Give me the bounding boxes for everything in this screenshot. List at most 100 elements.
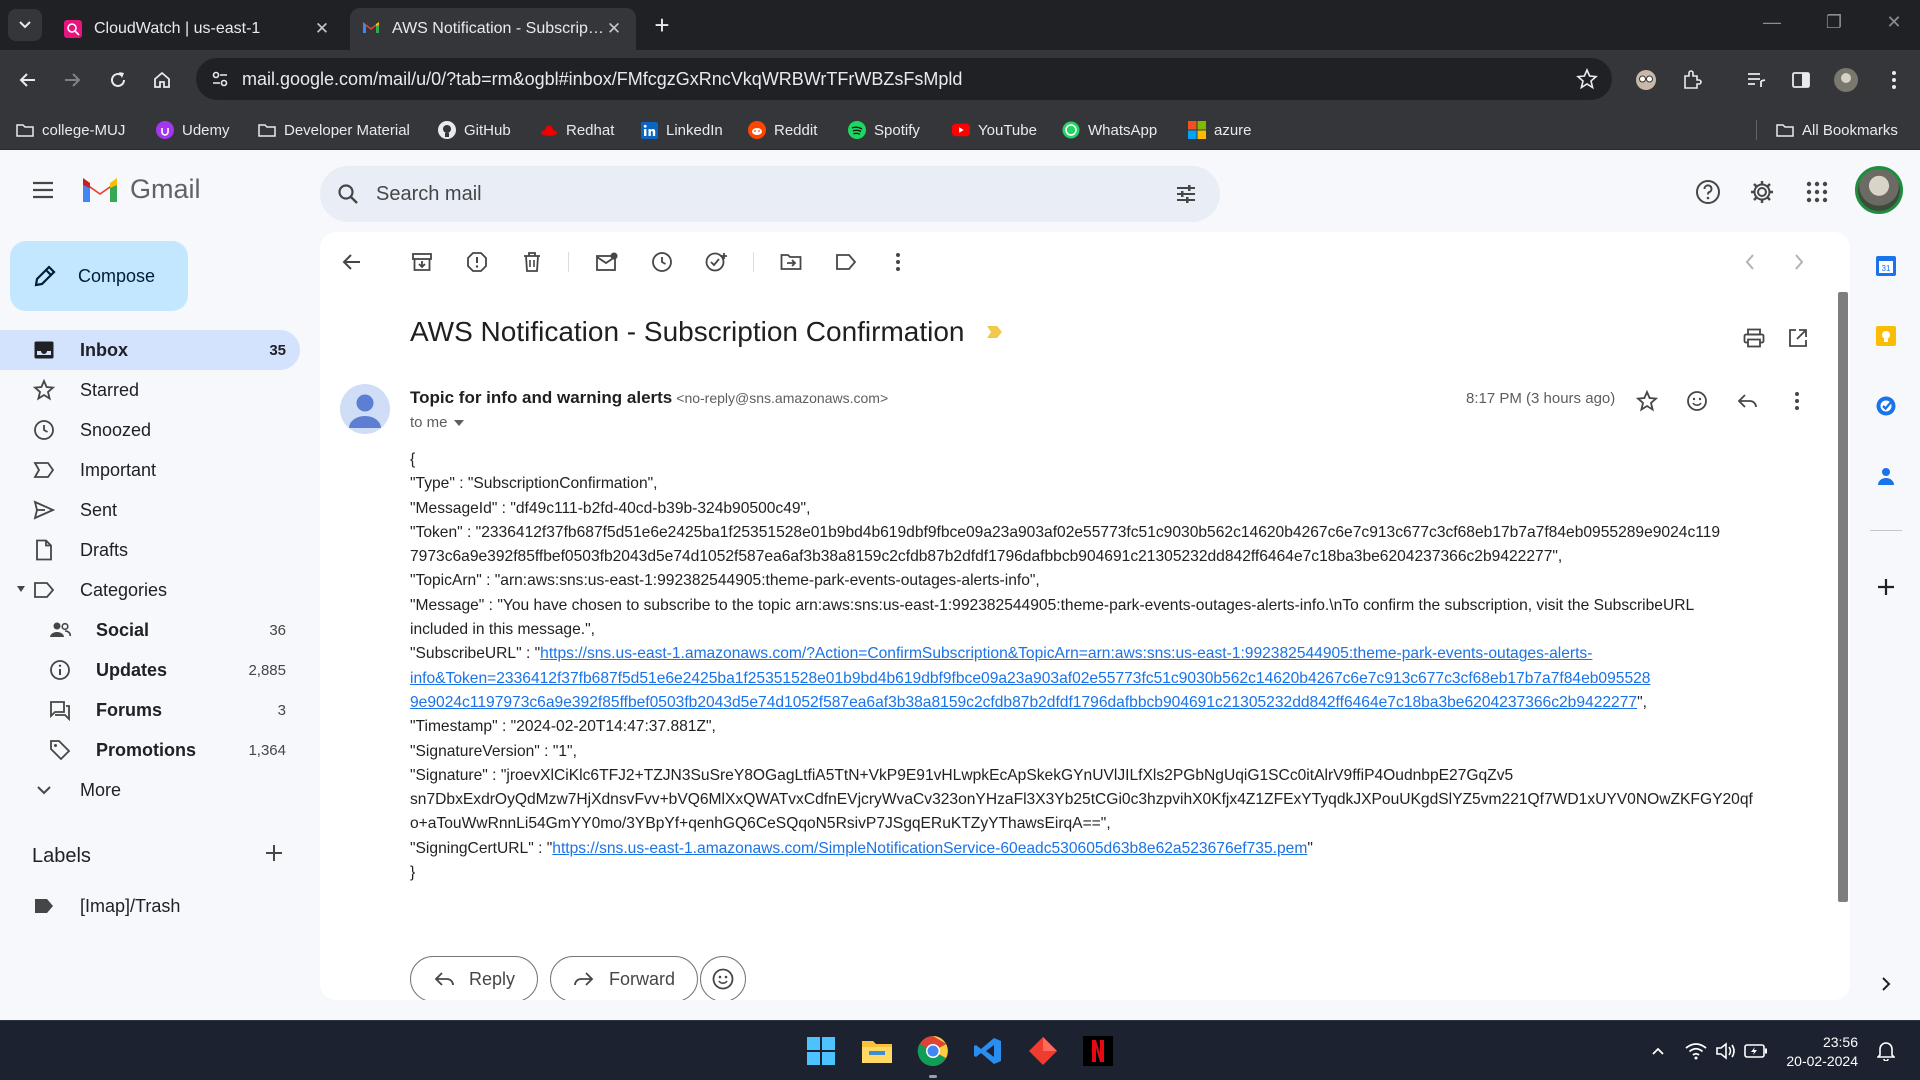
bookmark-linkedin[interactable]: LinkedIn [640, 119, 723, 141]
settings-gear-icon[interactable] [1746, 176, 1778, 208]
print-icon[interactable] [1738, 322, 1770, 354]
add-to-tasks-icon[interactable] [701, 246, 733, 278]
calendar-icon[interactable]: 31 [1874, 254, 1898, 278]
back-icon[interactable] [12, 64, 44, 96]
bookmark-azure[interactable]: azure [1188, 119, 1252, 141]
tab-gmail[interactable]: AWS Notification - Subscription Confirma… [350, 8, 636, 50]
bookmark-reddit[interactable]: Reddit [748, 119, 817, 141]
reply-button[interactable]: Reply [410, 956, 539, 1000]
sidebar-item-categories[interactable]: Categories [0, 570, 300, 610]
delete-trash-icon[interactable] [516, 246, 548, 278]
star-message-icon[interactable] [1632, 386, 1662, 416]
labels-icon[interactable] [830, 246, 862, 278]
close-tab-icon[interactable]: ✕ [312, 19, 332, 39]
contacts-icon[interactable] [1874, 464, 1898, 488]
side-panel-icon[interactable] [1785, 64, 1817, 96]
compose-button[interactable]: Compose [10, 241, 188, 311]
vscode-icon[interactable] [970, 1033, 1006, 1069]
expand-arrow-icon[interactable] [16, 584, 26, 594]
subscribe-url-link[interactable]: https://sns.us-east-1.amazonaws.com/?Act… [540, 645, 1592, 662]
subscribe-url-link[interactable]: info&Token=2336412f37fb687f5d51e6e2425ba… [410, 670, 1650, 687]
message-scrollbar[interactable] [1838, 292, 1848, 902]
profile-avatar[interactable] [1830, 64, 1862, 96]
tab-cloudwatch[interactable]: CloudWatch | us-east-1 ✕ [52, 8, 344, 50]
reply-icon[interactable] [1732, 386, 1762, 416]
message-more-options-icon[interactable] [1782, 386, 1812, 416]
open-in-new-window-icon[interactable] [1782, 322, 1814, 354]
media-controls-icon[interactable] [1740, 64, 1772, 96]
sidebar-item-starred[interactable]: Starred [0, 370, 300, 410]
all-bookmarks[interactable]: All Bookmarks [1776, 119, 1898, 141]
bookmark-udemy[interactable]: Udemy [156, 119, 230, 141]
bookmark-spotify[interactable]: Spotify [848, 119, 920, 141]
move-to-folder-icon[interactable] [775, 246, 807, 278]
sidebar-item-important[interactable]: Important [0, 450, 300, 490]
bookmark-youtube[interactable]: YouTube [952, 119, 1037, 141]
sidebar-item-sent[interactable]: Sent [0, 490, 300, 530]
back-to-inbox-icon[interactable] [336, 246, 368, 278]
sidebar-item-promotions[interactable]: Promotions 1,364 [0, 730, 300, 770]
volume-icon[interactable] [1714, 1039, 1738, 1063]
bookmark-developer-material[interactable]: Developer Material [258, 119, 410, 141]
search-input[interactable] [374, 178, 1134, 210]
subscribe-url-link[interactable]: 9e9024c1197973c6a9e392f85ffbef0503fb2043… [410, 694, 1637, 711]
git-diamond-icon[interactable] [1025, 1033, 1061, 1069]
minimize-icon[interactable]: — [1760, 12, 1784, 36]
chrome-menu-icon[interactable] [1878, 64, 1910, 96]
help-icon[interactable] [1692, 176, 1724, 208]
sidebar-item-forums[interactable]: Forums 3 [0, 690, 300, 730]
address-bar[interactable]: mail.google.com/mail/u/0/?tab=rm&ogbl#in… [196, 58, 1612, 100]
mark-unread-icon[interactable] [591, 246, 623, 278]
create-label-plus-icon[interactable] [264, 843, 284, 863]
bookmark-redhat[interactable]: Redhat [540, 119, 614, 141]
new-tab-button[interactable]: + [650, 12, 674, 38]
forward-icon[interactable] [56, 64, 88, 96]
bookmark-whatsapp[interactable]: WhatsApp [1062, 119, 1157, 141]
sidebar-item-social[interactable]: Social 36 [0, 610, 300, 650]
netflix-icon[interactable] [1080, 1033, 1116, 1069]
bookmark-star-icon[interactable] [1576, 68, 1598, 90]
account-avatar[interactable] [1855, 166, 1903, 214]
report-spam-icon[interactable] [461, 246, 493, 278]
file-explorer-icon[interactable] [859, 1033, 895, 1069]
tab-search-button[interactable] [8, 9, 42, 41]
search-options-icon[interactable] [1174, 182, 1198, 206]
more-options-icon[interactable] [882, 246, 914, 278]
gmail-logo[interactable]: Gmail [80, 174, 201, 205]
system-clock[interactable]: 23:56 20-02-2024 [1778, 1033, 1858, 1071]
archive-icon[interactable] [406, 246, 438, 278]
site-info-icon[interactable] [210, 69, 230, 89]
search-icon[interactable] [336, 182, 360, 206]
add-reaction-icon[interactable] [1682, 386, 1712, 416]
home-icon[interactable] [146, 64, 178, 96]
sidebar-label-imap-trash[interactable]: [Imap]/Trash [0, 886, 300, 926]
search-bar[interactable] [320, 166, 1220, 222]
forward-button[interactable]: Forward [550, 956, 699, 1000]
newer-chevron-left-icon[interactable] [1734, 246, 1766, 278]
main-menu-icon[interactable] [30, 178, 56, 202]
extension-avatar-icon[interactable] [1630, 64, 1662, 96]
close-window-icon[interactable]: ✕ [1882, 12, 1906, 36]
google-apps-icon[interactable] [1801, 176, 1833, 208]
restore-icon[interactable]: ❐ [1822, 12, 1846, 36]
signing-cert-url-link[interactable]: https://sns.us-east-1.amazonaws.com/Simp… [552, 840, 1307, 857]
sidebar-item-inbox[interactable]: Inbox 35 [0, 330, 300, 370]
tasks-icon[interactable] [1874, 394, 1898, 418]
bookmark-college-muj[interactable]: college-MUJ [16, 119, 125, 141]
wifi-icon[interactable] [1684, 1039, 1708, 1063]
notification-bell-icon[interactable] [1874, 1039, 1898, 1063]
windows-start-icon[interactable] [803, 1033, 839, 1069]
important-marker-icon[interactable] [986, 325, 1004, 339]
snooze-clock-icon[interactable] [646, 246, 678, 278]
reload-icon[interactable] [102, 64, 134, 96]
extensions-icon[interactable] [1676, 64, 1708, 96]
sidebar-item-snoozed[interactable]: Snoozed [0, 410, 300, 450]
close-tab-icon[interactable]: ✕ [604, 19, 624, 39]
chrome-taskbar-icon[interactable] [915, 1033, 951, 1069]
battery-charging-icon[interactable] [1744, 1039, 1768, 1063]
sender-avatar[interactable] [340, 384, 390, 434]
recipient-details[interactable]: to me [410, 414, 464, 431]
get-addons-plus-icon[interactable] [1874, 575, 1898, 599]
sidebar-item-more[interactable]: More [0, 770, 300, 810]
emoji-reaction-button[interactable] [700, 956, 746, 1000]
